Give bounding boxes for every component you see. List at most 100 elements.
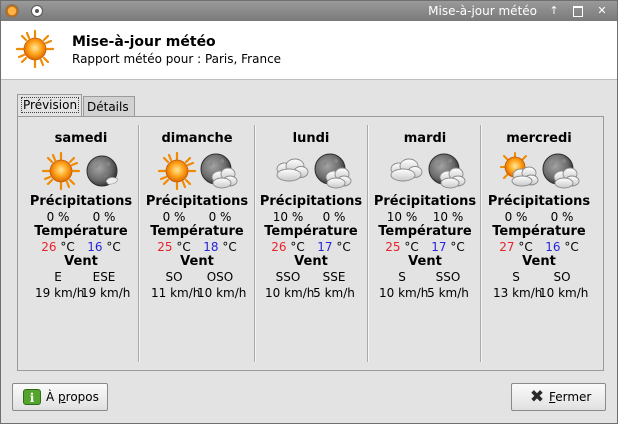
temp-unit: °C — [518, 240, 533, 254]
maximize-button[interactable] — [571, 4, 585, 18]
day-name: lundi — [292, 131, 330, 146]
precip-night: 0 % — [550, 210, 574, 224]
close-button[interactable]: ✖ Fermer — [511, 383, 606, 411]
wind-dir-day: S — [398, 270, 406, 284]
close-button-label: Fermer — [549, 390, 592, 404]
wind-dir-day: E — [54, 270, 62, 284]
temp-high: 26 °C — [35, 240, 81, 254]
temperature-label: Température — [378, 224, 472, 239]
weather-dialog: Mise-à-jour météo ↑ ✕ Mise-à-jour météo … — [0, 0, 618, 424]
temp-unit: °C — [290, 240, 305, 254]
forecast-day: samedi Précipitations 0 % 0 % Températur… — [24, 117, 138, 367]
precip-day: 10 % — [272, 210, 304, 224]
forecast-panel: samedi Précipitations 0 % 0 % Températur… — [17, 116, 604, 371]
precipitations-label: Précipitations — [487, 194, 591, 209]
temp-high-value: 26 — [41, 240, 57, 254]
precip-day: 0 % — [46, 210, 70, 224]
temp-low-value: 17 — [431, 240, 447, 254]
moon-cloudy-icon — [426, 151, 466, 191]
about-button-label: À propos — [46, 390, 99, 404]
sun-icon — [41, 151, 81, 191]
wind-dir-day: SO — [165, 270, 183, 284]
wind-speed-night: 10 km/h — [197, 286, 247, 300]
day-name: dimanche — [161, 131, 233, 146]
wind-speed-night: 19 km/h — [81, 286, 131, 300]
wind-label: Vent — [522, 254, 556, 269]
temp-low: 17 °C — [311, 240, 357, 254]
temp-low: 16 °C — [539, 240, 585, 254]
temp-unit: °C — [450, 240, 465, 254]
maximize-icon — [573, 6, 583, 17]
cloud-icon — [271, 151, 311, 191]
wind-dir-day: S — [512, 270, 520, 284]
wind-speed-day: 19 km/h — [35, 286, 85, 300]
temp-low: 18 °C — [197, 240, 243, 254]
wind-speed-day: 11 km/h — [151, 286, 201, 300]
moon-cloudy-icon — [198, 151, 238, 191]
temp-unit: °C — [404, 240, 419, 254]
wind-label: Vent — [180, 254, 214, 269]
weather-app-icon[interactable] — [5, 4, 19, 18]
precip-night: 10 % — [432, 210, 464, 224]
dialog-header: Mise-à-jour météo Rapport météo pour : P… — [1, 21, 617, 80]
temp-unit: °C — [336, 240, 351, 254]
temperature-label: Température — [150, 224, 244, 239]
wind-speed-day: 10 km/h — [265, 286, 315, 300]
close-icon: ✖ — [529, 387, 545, 407]
wind-speed-day: 13 km/h — [493, 286, 543, 300]
forecast-day: lundi Précipitations 10 % 0 % Températur… — [254, 117, 368, 367]
forecast-day: dimanche Précipitations 0 % 0 % Températ… — [140, 117, 254, 367]
precip-day: 0 % — [504, 210, 528, 224]
precipitations-label: Précipitations — [145, 194, 249, 209]
precip-night: 0 % — [322, 210, 346, 224]
wind-label: Vent — [294, 254, 328, 269]
wind-dir-night: ESE — [92, 270, 116, 284]
moon-clear-icon — [82, 151, 122, 191]
temp-unit: °C — [60, 240, 75, 254]
wind-label: Vent — [64, 254, 98, 269]
temp-low-value: 16 — [545, 240, 561, 254]
temp-high: 25 °C — [379, 240, 425, 254]
shade-button[interactable]: ↑ — [547, 4, 561, 18]
wind-dir-night: SSO — [435, 270, 461, 284]
day-name: mardi — [403, 131, 447, 146]
tab-label: Détails — [87, 100, 129, 114]
about-button[interactable]: i À propos — [12, 383, 108, 411]
temp-unit: °C — [106, 240, 121, 254]
temp-high-value: 26 — [271, 240, 287, 254]
wind-dir-night: SSE — [322, 270, 346, 284]
cloud-icon — [385, 151, 425, 191]
precipitations-label: Précipitations — [373, 194, 477, 209]
wind-speed-night: 5 km/h — [313, 286, 355, 300]
temp-high: 26 °C — [265, 240, 311, 254]
day-name: mercredi — [506, 131, 572, 146]
precip-day: 10 % — [386, 210, 418, 224]
sun-icon — [157, 151, 197, 191]
temp-high-value: 27 — [499, 240, 515, 254]
temp-low-value: 16 — [87, 240, 103, 254]
wind-speed-night: 5 km/h — [427, 286, 469, 300]
temperature-label: Température — [34, 224, 128, 239]
wind-dir-night: OSO — [206, 270, 234, 284]
precip-night: 0 % — [92, 210, 116, 224]
day-name: samedi — [54, 131, 108, 146]
temp-low: 17 °C — [425, 240, 471, 254]
tab-prevision[interactable]: Prévision — [17, 94, 82, 116]
title-bar[interactable]: Mise-à-jour météo ↑ ✕ — [1, 1, 617, 21]
precipitations-label: Précipitations — [29, 194, 133, 209]
sun-icon — [15, 29, 55, 69]
temp-unit: °C — [564, 240, 579, 254]
temp-low-value: 17 — [317, 240, 333, 254]
temp-high-value: 25 — [157, 240, 173, 254]
wind-dir-day: SSO — [275, 270, 301, 284]
pin-icon[interactable] — [31, 5, 43, 17]
wind-speed-day: 10 km/h — [379, 286, 429, 300]
tab-details[interactable]: Détails — [83, 96, 135, 116]
temp-low: 16 °C — [81, 240, 127, 254]
close-window-button[interactable]: ✕ — [595, 4, 609, 18]
tab-label: Prévision — [21, 97, 80, 113]
temp-high: 27 °C — [493, 240, 539, 254]
window-title: Mise-à-jour météo — [428, 4, 537, 18]
wind-dir-night: SO — [553, 270, 571, 284]
forecast-day: mercredi Précipitations 0 % 0 % Températ… — [482, 117, 596, 367]
